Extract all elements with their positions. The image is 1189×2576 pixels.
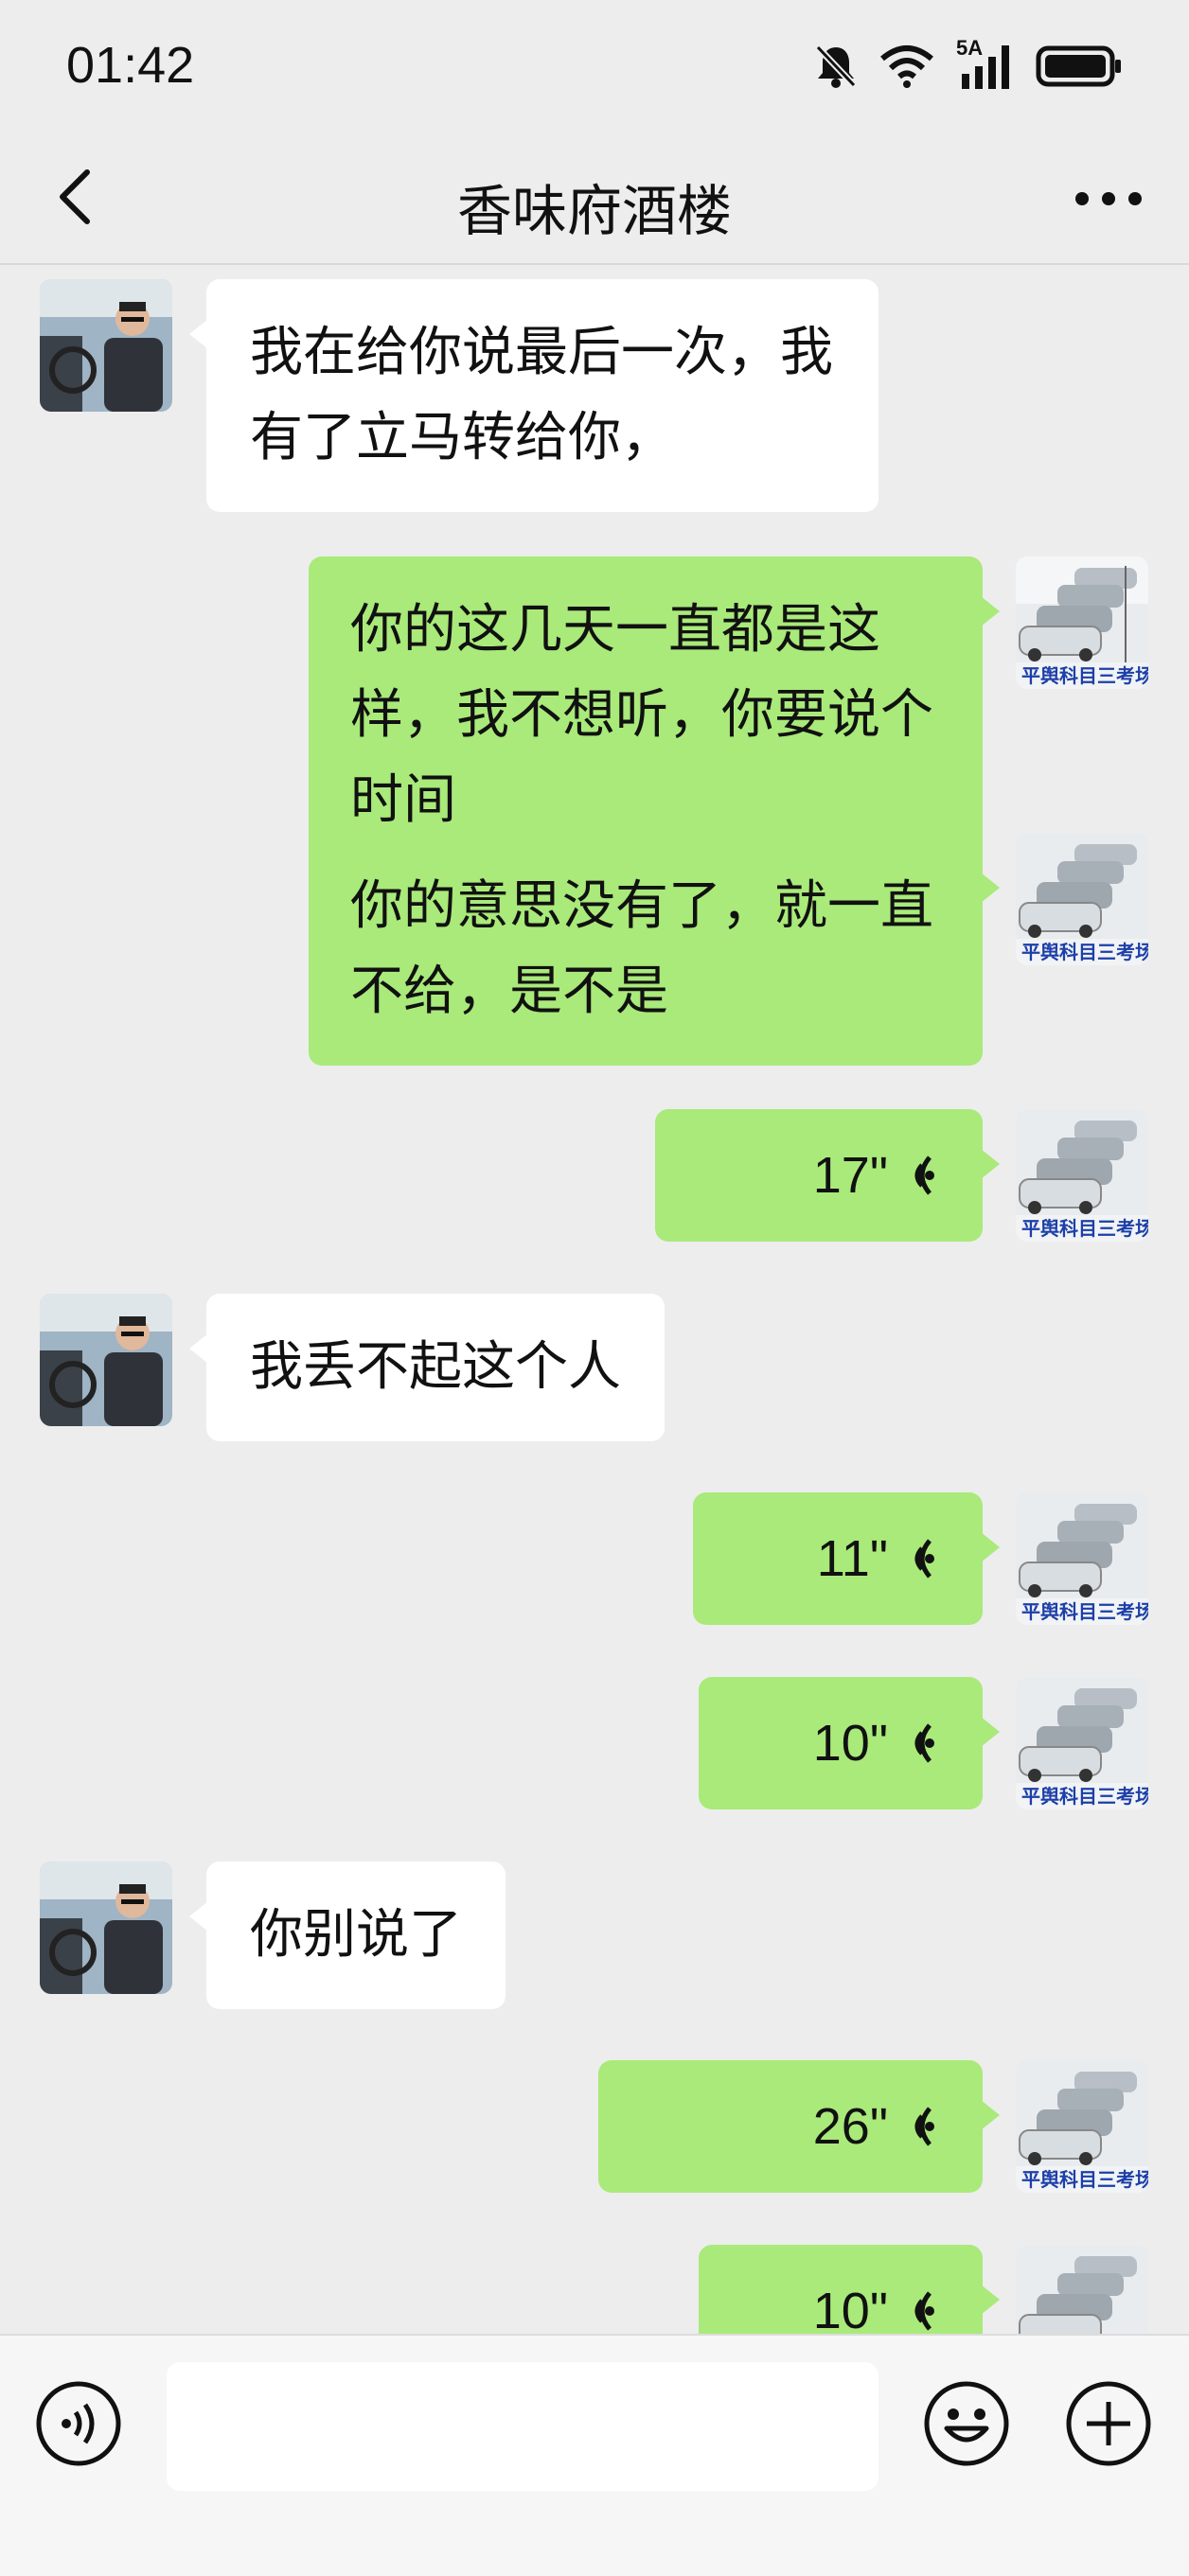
my-avatar[interactable]: 平舆科目三考场 xyxy=(1016,556,1148,689)
message-bubble-outgoing[interactable]: 你的意思没有了，就一直不给，是不是 xyxy=(309,833,1000,1066)
status-time: 01:42 xyxy=(66,37,195,94)
contact-avatar[interactable] xyxy=(40,1861,172,1994)
signal-icon xyxy=(962,45,1009,89)
voice-wave-icon xyxy=(914,1723,934,1763)
voice-wave-icon xyxy=(914,1156,934,1195)
voice-message-outgoing[interactable]: 10" xyxy=(699,1677,1000,1809)
message-text: 你别说了 xyxy=(250,1904,462,1966)
avatar-caption: 平舆科目三考场 xyxy=(1021,941,1148,963)
voice-wave-icon xyxy=(914,2107,934,2146)
voice-duration: 10" xyxy=(812,1715,888,1772)
mute-bell-icon xyxy=(815,44,857,88)
avatar-caption: 平舆科目三考场 xyxy=(1021,1600,1148,1623)
chat-title: 香味府酒楼 xyxy=(456,179,732,243)
avatar-caption: 平舆科目三考场 xyxy=(1021,1785,1148,1808)
voice-message-outgoing[interactable]: 26" xyxy=(598,2060,1000,2193)
voice-message-outgoing[interactable]: 17" xyxy=(655,1109,1000,1242)
voice-duration: 10" xyxy=(812,2283,888,2339)
more-icon[interactable] xyxy=(1066,170,1151,227)
message-text: 我丢不起这个人 xyxy=(250,1336,621,1398)
message-text: 你的这几天一直都是这样，我不想听，你要说个时间 xyxy=(350,599,933,831)
message-text: 我在给你说最后一次，我有了立马转给你， xyxy=(250,322,833,468)
message-bubble-outgoing[interactable]: 你的这几天一直都是这样，我不想听，你要说个时间 xyxy=(309,556,1000,874)
wifi-icon xyxy=(880,45,933,88)
voice-wave-icon xyxy=(914,1539,934,1579)
my-avatar[interactable]: 平舆科目三考场 xyxy=(1016,2060,1148,2193)
avatar-caption: 平舆科目三考场 xyxy=(1021,2168,1148,2191)
avatar-caption: 平舆科目三考场 xyxy=(1021,1217,1148,1240)
my-avatar[interactable]: 平舆科目三考场 xyxy=(1016,1109,1148,1242)
input-bar xyxy=(0,2334,1189,2576)
voice-duration: 11" xyxy=(816,1530,888,1587)
contact-avatar[interactable] xyxy=(40,1294,172,1426)
battery-icon xyxy=(1036,45,1121,87)
status-icons: 5A xyxy=(814,36,1123,95)
message-bubble-incoming[interactable]: 我在给你说最后一次，我有了立马转给你， xyxy=(189,279,878,512)
emoji-icon[interactable] xyxy=(922,2379,1011,2468)
contact-avatar[interactable] xyxy=(40,279,172,412)
message-bubble-incoming[interactable]: 我丢不起这个人 xyxy=(189,1294,665,1441)
voice-wave-icon xyxy=(914,2291,934,2331)
message-text: 你的意思没有了，就一直不给，是不是 xyxy=(350,875,933,1022)
my-avatar[interactable]: 平舆科目三考场 xyxy=(1016,833,1148,965)
chat-header: 香味府酒楼 xyxy=(0,132,1189,265)
message-input[interactable] xyxy=(167,2362,878,2491)
voice-duration: 26" xyxy=(812,2098,888,2155)
voice-duration: 17" xyxy=(812,1147,888,1204)
signal-group: 5A xyxy=(956,36,1015,91)
status-bar: 01:42 5A xyxy=(0,0,1189,132)
message-bubble-incoming[interactable]: 你别说了 xyxy=(189,1861,506,2009)
my-avatar[interactable]: 平舆科目三考场 xyxy=(1016,1492,1148,1625)
voice-message-outgoing[interactable]: 11" xyxy=(693,1492,1000,1625)
my-avatar[interactable]: 平舆科目三考场 xyxy=(1016,1677,1148,1809)
add-icon[interactable] xyxy=(1064,2379,1153,2468)
avatar-caption: 平舆科目三考场 xyxy=(1021,664,1148,687)
voice-input-icon[interactable] xyxy=(34,2379,123,2468)
